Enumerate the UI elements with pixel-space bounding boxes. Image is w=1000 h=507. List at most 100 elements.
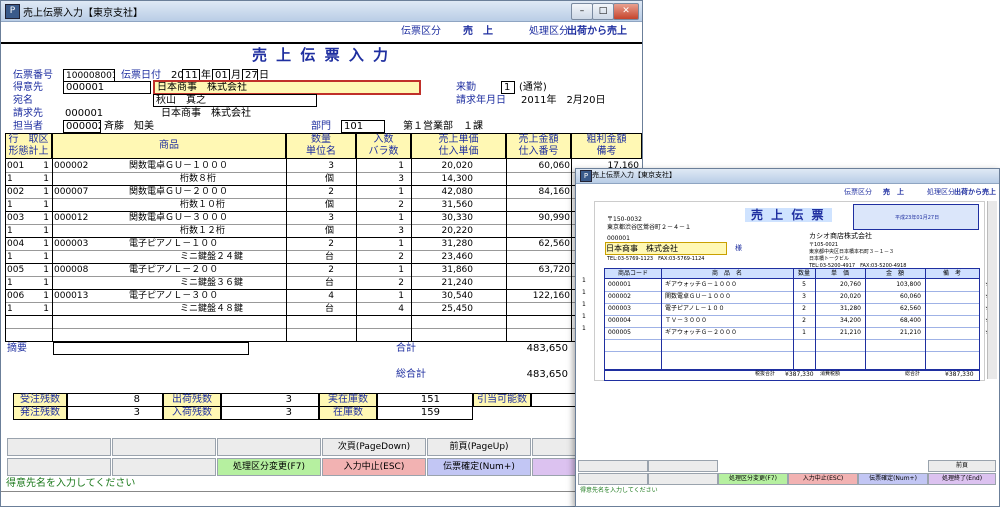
- prev-page-button[interactable]: 前頁(PageUp): [427, 438, 531, 456]
- row-unit[interactable]: 台: [288, 277, 334, 289]
- row-keijo[interactable]: 1: [35, 199, 49, 211]
- preview-fkey-2[interactable]: [648, 460, 718, 472]
- row-line-no[interactable]: 006: [7, 290, 27, 302]
- row-unit[interactable]: 台: [288, 303, 334, 315]
- preview-fkey-1[interactable]: [578, 460, 648, 472]
- fkey-3[interactable]: [217, 438, 321, 456]
- row-torihiki[interactable]: 1: [35, 264, 49, 276]
- row-keijo[interactable]: 1: [35, 251, 49, 263]
- row-keijo[interactable]: 1: [35, 303, 49, 315]
- row-iri[interactable]: 1: [358, 264, 404, 276]
- row-keitai[interactable]: 1: [7, 251, 21, 263]
- row-price[interactable]: 20,020: [413, 160, 474, 172]
- tokuisaki-name-field[interactable]: 日本商事 株式会社: [153, 80, 421, 95]
- row-amount[interactable]: 84,160: [508, 186, 571, 198]
- row-item-code[interactable]: 000008: [54, 264, 114, 276]
- row-price[interactable]: 30,540: [413, 290, 474, 302]
- row-torihiki[interactable]: 1: [35, 290, 49, 302]
- row-item-spec[interactable]: ミニ鍵盤２４鍵: [180, 251, 280, 263]
- row-iri[interactable]: 1: [358, 290, 404, 302]
- row-keitai[interactable]: 1: [7, 173, 21, 185]
- row-torihiki[interactable]: 1: [35, 186, 49, 198]
- row-line-no[interactable]: 005: [7, 264, 27, 276]
- row-qty[interactable]: 2: [288, 264, 334, 276]
- row-item-code[interactable]: 000012: [54, 212, 114, 224]
- row-item-code[interactable]: 000002: [54, 160, 114, 172]
- row-unit[interactable]: 個: [288, 225, 334, 237]
- raikin-field[interactable]: 1: [501, 81, 515, 94]
- row-qty[interactable]: 3: [288, 212, 334, 224]
- minimize-icon[interactable]: –: [571, 3, 593, 20]
- bumon-code-field[interactable]: 101: [341, 120, 385, 133]
- row-qty[interactable]: 4: [288, 290, 334, 302]
- row-unit[interactable]: 個: [288, 199, 334, 211]
- row-torihiki[interactable]: 1: [35, 212, 49, 224]
- row-line-no[interactable]: 001: [7, 160, 27, 172]
- row-torihiki[interactable]: 1: [35, 160, 49, 172]
- row-item-name[interactable]: 電子ピアノＬ－２００: [129, 264, 279, 276]
- row-bara[interactable]: 3: [358, 173, 404, 185]
- maximize-icon[interactable]: □: [592, 3, 614, 20]
- row-keijo[interactable]: 1: [35, 277, 49, 289]
- row-item-code[interactable]: 000007: [54, 186, 114, 198]
- row-qty[interactable]: 2: [288, 186, 334, 198]
- row-unit[interactable]: 台: [288, 251, 334, 263]
- row-bara[interactable]: 2: [358, 199, 404, 211]
- preview-confirm-button[interactable]: 伝票確定(Num+): [858, 473, 928, 485]
- preview-page-button[interactable]: 前頁: [928, 460, 996, 472]
- row-amount[interactable]: 122,160: [508, 290, 570, 302]
- shori-change-button[interactable]: 処理区分変更(F7): [217, 458, 321, 476]
- preview-scrollbar[interactable]: [987, 201, 997, 379]
- preview-end-button[interactable]: 処理終了(End): [928, 473, 996, 485]
- row-line-no[interactable]: 003: [7, 212, 27, 224]
- cancel-button[interactable]: 入力中止(ESC): [322, 458, 426, 476]
- row-line-no[interactable]: 002: [7, 186, 27, 198]
- row-item-spec[interactable]: 桁数１２桁: [180, 225, 280, 237]
- row-amount[interactable]: 62,560: [508, 238, 571, 250]
- row-cost[interactable]: 20,220: [413, 225, 474, 237]
- row-amount[interactable]: 90,990: [508, 212, 571, 224]
- row-item-name[interactable]: 関数電卓ＧＵ－１０００: [129, 160, 279, 172]
- row-cost[interactable]: 23,460: [413, 251, 474, 263]
- row-item-name[interactable]: 関数電卓ＧＵ－３０００: [129, 212, 279, 224]
- row-qty[interactable]: 3: [288, 160, 334, 172]
- row-item-spec[interactable]: 桁数１０桁: [180, 199, 280, 211]
- row-item-name[interactable]: 関数電卓ＧＵ－２０００: [129, 186, 279, 198]
- row-unit[interactable]: 個: [288, 173, 334, 185]
- row-amount[interactable]: 63,720: [508, 264, 571, 276]
- row-cost[interactable]: 21,240: [413, 277, 474, 289]
- row-iri[interactable]: 1: [358, 212, 404, 224]
- row-keitai[interactable]: 1: [7, 199, 21, 211]
- row-item-name[interactable]: 電子ピアノＬ－１００: [129, 238, 279, 250]
- row-price[interactable]: 31,860: [413, 264, 474, 276]
- row-bara[interactable]: 2: [358, 277, 404, 289]
- row-price[interactable]: 31,280: [413, 238, 474, 250]
- next-page-button[interactable]: 次頁(PageDown): [322, 438, 426, 456]
- fkey-7[interactable]: [7, 458, 111, 476]
- preview-fkey-blank[interactable]: [578, 473, 648, 485]
- row-item-spec[interactable]: 桁数８桁: [180, 173, 280, 185]
- row-price[interactable]: 30,330: [413, 212, 474, 224]
- row-cost[interactable]: 14,300: [413, 173, 474, 185]
- row-keitai[interactable]: 1: [7, 277, 21, 289]
- row-item-code[interactable]: 000013: [54, 290, 114, 302]
- row-iri[interactable]: 1: [358, 238, 404, 250]
- atena-field[interactable]: 秋山 真之: [153, 94, 317, 107]
- row-bara[interactable]: 2: [358, 251, 404, 263]
- preview-shori-button[interactable]: 処理区分変更(F7): [718, 473, 788, 485]
- row-amount[interactable]: 60,060: [508, 160, 571, 172]
- preview-fkey-blank2[interactable]: [648, 473, 718, 485]
- confirm-button[interactable]: 伝票確定(Num+): [427, 458, 531, 476]
- row-bara[interactable]: 4: [358, 303, 404, 315]
- row-cost[interactable]: 31,560: [413, 199, 474, 211]
- tokuisaki-code-field[interactable]: 000001: [63, 81, 151, 94]
- tanto-code-field[interactable]: 000002: [63, 120, 101, 133]
- row-price[interactable]: 42,080: [413, 186, 474, 198]
- fkey-2[interactable]: [112, 438, 216, 456]
- row-bara[interactable]: 3: [358, 225, 404, 237]
- row-item-spec[interactable]: ミニ鍵盤４８鍵: [180, 303, 280, 315]
- row-iri[interactable]: 1: [358, 160, 404, 172]
- fkey-1[interactable]: [7, 438, 111, 456]
- row-line-no[interactable]: 004: [7, 238, 27, 250]
- close-icon[interactable]: ✕: [613, 3, 639, 20]
